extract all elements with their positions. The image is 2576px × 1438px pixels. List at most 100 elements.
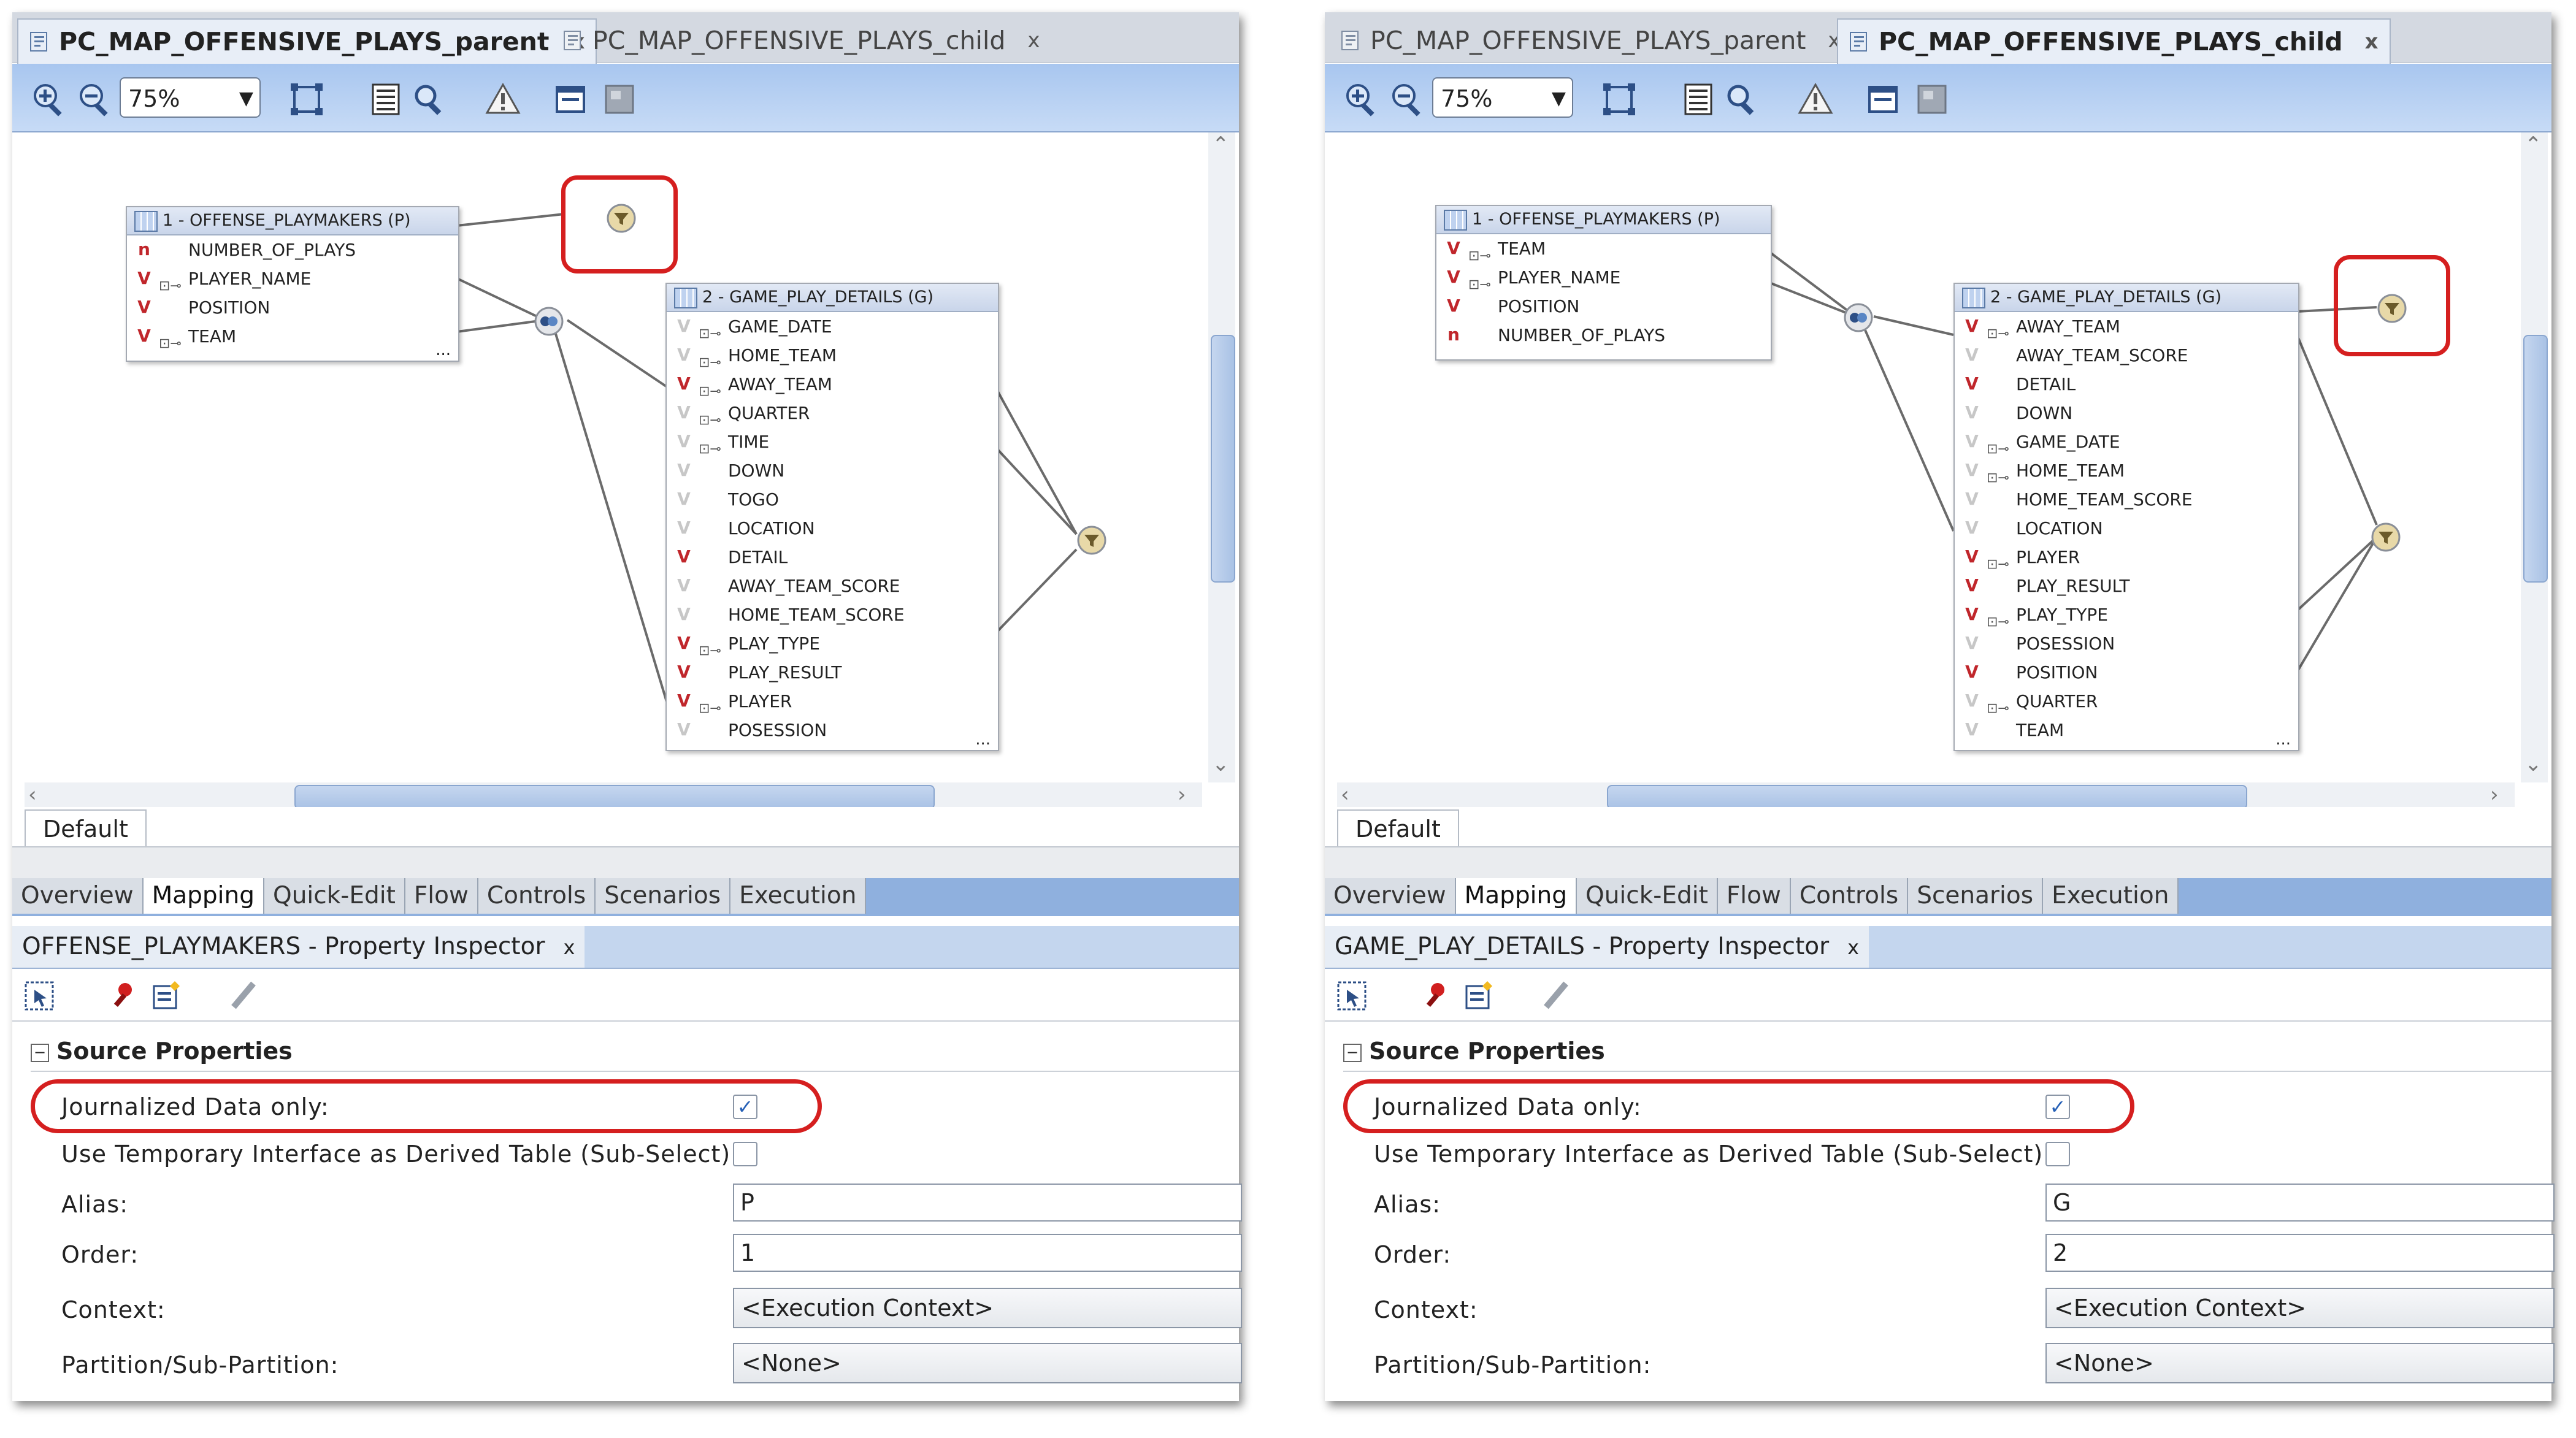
search-icon[interactable]: [411, 81, 448, 118]
datastore-column[interactable]: V DETAIL: [1955, 370, 2298, 399]
context-select[interactable]: <Execution Context>: [733, 1288, 1242, 1328]
source-offense-playmakers[interactable]: 1 - OFFENSE_PLAYMAKERS (P) n NUMBER_OF_PL…: [126, 206, 459, 362]
datastore-column[interactable]: V AWAY_TEAM_SCORE: [1955, 341, 2298, 370]
scrollbar-thumb[interactable]: [294, 785, 935, 807]
tab-default[interactable]: Default: [1337, 809, 1459, 847]
datastore-column[interactable]: V ⊡⊸ TIME: [667, 427, 998, 457]
datastore-column[interactable]: V ⊡⊸ TEAM: [127, 322, 458, 351]
tab-controls[interactable]: Controls: [1790, 878, 1909, 914]
datastore-column[interactable]: V POSESSION: [1955, 629, 2298, 658]
close-icon[interactable]: x: [564, 936, 575, 959]
close-tab-icon[interactable]: x: [1027, 28, 1040, 53]
datastore-column[interactable]: n NUMBER_OF_PLAYS: [1436, 321, 1771, 350]
datastore-column[interactable]: V TOGO: [667, 485, 998, 514]
datastore-column[interactable]: V HOME_TEAM_SCORE: [1955, 485, 2298, 514]
horizontal-scrollbar[interactable]: ‹ ›: [25, 782, 1202, 807]
datastore-column[interactable]: V ⊡⊸ PLAYER_NAME: [127, 264, 458, 294]
datastore-column[interactable]: V POSITION: [127, 293, 458, 322]
datastore-column[interactable]: V POSITION: [1436, 292, 1771, 321]
datastore-column[interactable]: V ⊡⊸ PLAY_TYPE: [667, 629, 998, 659]
scroll-right-icon[interactable]: ›: [1178, 782, 1186, 807]
tab-scenarios[interactable]: Scenarios: [1908, 878, 2044, 914]
datastore-column[interactable]: V ⊡⊸ QUARTER: [1955, 687, 2298, 716]
edit-properties-icon[interactable]: [150, 980, 182, 1012]
datastore-column[interactable]: V ⊡⊸ HOME_TEAM: [667, 341, 998, 370]
datastore-column[interactable]: V PLAY_RESULT: [667, 658, 998, 687]
scroll-right-icon[interactable]: ›: [2490, 782, 2499, 807]
overview-icon[interactable]: [1914, 81, 1950, 118]
temp-interface-checkbox[interactable]: [2045, 1142, 2070, 1166]
scrollbar-thumb[interactable]: [1211, 335, 1235, 583]
tab-default[interactable]: Default: [25, 809, 147, 847]
collapse-icon[interactable]: −: [1343, 1043, 1362, 1062]
scroll-down-icon[interactable]: ⌄: [2524, 752, 2542, 776]
datastore-column[interactable]: V ⊡⊸ PLAYER: [1955, 543, 2298, 572]
datastore-column[interactable]: V ⊡⊸ PLAY_TYPE: [1955, 600, 2298, 630]
datastore-column[interactable]: V ⊡⊸ PLAYER_NAME: [1436, 263, 1771, 293]
datastore-column[interactable]: V DOWN: [1955, 399, 2298, 427]
datastore-column[interactable]: V PLAY_RESULT: [1955, 572, 2298, 600]
scroll-down-icon[interactable]: ⌄: [1212, 752, 1230, 776]
order-field[interactable]: 1: [733, 1234, 1242, 1272]
warning-icon[interactable]: [1797, 81, 1834, 118]
datastore-column[interactable]: V ⊡⊸ AWAY_TEAM: [1955, 312, 2298, 342]
pencil-icon[interactable]: [1539, 980, 1571, 1012]
tab-quick-edit[interactable]: Quick-Edit: [1577, 878, 1718, 914]
tab-scenarios[interactable]: Scenarios: [596, 878, 731, 914]
datastore-column[interactable]: V POSITION: [1955, 658, 2298, 687]
scrollbar-thumb[interactable]: [2523, 335, 2548, 583]
pin-icon[interactable]: [1418, 980, 1450, 1012]
tab-overview[interactable]: Overview: [12, 878, 144, 914]
zoom-in-icon[interactable]: [1343, 81, 1380, 118]
datastore-column[interactable]: V HOME_TEAM_SCORE: [667, 600, 998, 629]
property-inspector-tab[interactable]: OFFENSE_PLAYMAKERS - Property Inspector x: [12, 926, 585, 968]
datastore-column[interactable]: V LOCATION: [667, 514, 998, 543]
tab-mapping[interactable]: Mapping: [1455, 878, 1577, 914]
search-icon[interactable]: [1723, 81, 1760, 118]
tab-execution[interactable]: Execution: [2043, 878, 2179, 914]
datastore-column[interactable]: V TEAM: [1955, 716, 2298, 744]
tab-mapping[interactable]: Mapping: [143, 878, 264, 914]
order-field[interactable]: 2: [2045, 1234, 2555, 1272]
filter-icon[interactable]: [1076, 525, 1107, 556]
source-offense-playmakers[interactable]: 1 - OFFENSE_PLAYMAKERS (P) V ⊡⊸ TEAM V ⊡⊸ PL…: [1435, 205, 1772, 361]
datastore-column[interactable]: V ⊡⊸ HOME_TEAM: [1955, 456, 2298, 486]
scroll-up-icon[interactable]: ⌃: [2524, 132, 2542, 157]
source-game-play-details[interactable]: 2 - GAME_PLAY_DETAILS (G) V ⊡⊸ AWAY_TEAM V A…: [1953, 283, 2299, 751]
source-properties-section[interactable]: − Source Properties: [31, 1038, 293, 1065]
join-icon[interactable]: [1843, 302, 1874, 333]
tab-flow[interactable]: Flow: [1717, 878, 1791, 914]
mapping-diagram-canvas[interactable]: 1 - OFFENSE_PLAYMAKERS (P) n NUMBER_OF_PL…: [12, 132, 1239, 807]
select-icon[interactable]: [23, 980, 55, 1012]
vertical-scrollbar[interactable]: ⌃ ⌄: [1208, 132, 1235, 782]
overview-icon[interactable]: [601, 81, 638, 118]
pin-icon[interactable]: [105, 980, 137, 1012]
window-icon[interactable]: [1865, 81, 1901, 118]
properties-icon[interactable]: [1681, 81, 1717, 118]
fit-diagram-icon[interactable]: [288, 81, 325, 118]
datastore-column[interactable]: V ⊡⊸ PLAYER: [667, 687, 998, 716]
properties-icon[interactable]: [368, 81, 405, 118]
datastore-column[interactable]: n NUMBER_OF_PLAYS: [127, 235, 458, 264]
close-icon[interactable]: x: [1847, 936, 1859, 959]
alias-field[interactable]: P: [733, 1184, 1242, 1222]
partition-select[interactable]: <None>: [733, 1343, 1242, 1383]
datastore-column[interactable]: V ⊡⊸ TEAM: [1436, 234, 1771, 264]
datastore-column[interactable]: V DETAIL: [667, 543, 998, 572]
alias-field[interactable]: G: [2045, 1184, 2555, 1222]
datastore-column[interactable]: V DOWN: [667, 456, 998, 485]
pencil-icon[interactable]: [227, 980, 259, 1012]
scrollbar-thumb[interactable]: [1607, 785, 2247, 807]
scroll-left-icon[interactable]: ‹: [1341, 782, 1349, 807]
temp-interface-checkbox[interactable]: [733, 1142, 757, 1166]
window-icon[interactable]: [552, 81, 589, 118]
collapse-icon[interactable]: −: [31, 1043, 49, 1062]
tab-child-mapping[interactable]: PC_MAP_OFFENSIVE_PLAYS_child x: [1837, 18, 2391, 64]
context-select[interactable]: <Execution Context>: [2045, 1288, 2555, 1328]
tab-flow[interactable]: Flow: [405, 878, 478, 914]
select-icon[interactable]: [1336, 980, 1368, 1012]
tab-controls[interactable]: Controls: [478, 878, 596, 914]
filter-icon[interactable]: [2371, 522, 2401, 553]
join-icon[interactable]: [534, 306, 564, 337]
datastore-column[interactable]: V ⊡⊸ QUARTER: [667, 399, 998, 428]
